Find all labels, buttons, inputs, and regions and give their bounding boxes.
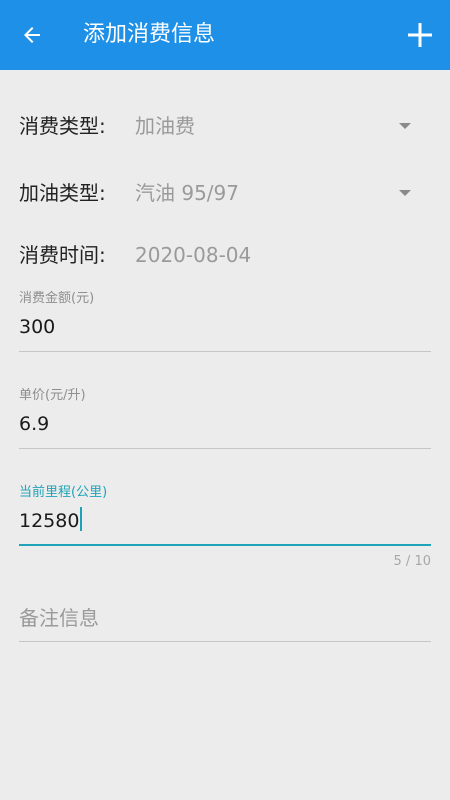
page-title: 添加消费信息	[83, 22, 216, 47]
remark-underline	[19, 641, 431, 642]
mileage-underline	[19, 544, 431, 546]
remark-input[interactable]: 备注信息	[19, 604, 99, 632]
mileage-input[interactable]: 12580	[19, 510, 79, 532]
expense-time-value[interactable]: 2020-08-04	[135, 241, 251, 269]
expense-type-select[interactable]: 加油费	[135, 112, 195, 140]
add-button[interactable]	[402, 17, 438, 53]
dropdown-arrow-icon[interactable]	[399, 190, 411, 196]
plus-icon	[408, 23, 432, 47]
fuel-type-label: 加油类型:	[19, 181, 106, 205]
amount-input[interactable]: 300	[19, 313, 55, 341]
unit-price-underline	[19, 448, 431, 449]
fuel-type-row[interactable]: 加油类型: 汽油 95/97	[19, 173, 431, 213]
dropdown-arrow-icon[interactable]	[399, 123, 411, 129]
amount-hint: 消费金额(元)	[19, 291, 95, 306]
unit-price-input[interactable]: 6.9	[19, 410, 49, 438]
expense-time-label: 消费时间:	[19, 243, 106, 267]
expense-type-label: 消费类型:	[19, 114, 106, 138]
back-button[interactable]	[14, 17, 50, 53]
remark-field[interactable]: 备注信息	[19, 600, 431, 644]
expense-type-row[interactable]: 消费类型: 加油费	[19, 106, 431, 146]
unit-price-hint: 单价(元/升)	[19, 388, 86, 403]
fuel-type-select[interactable]: 汽油 95/97	[135, 179, 239, 207]
arrow-left-icon	[24, 27, 40, 43]
text-cursor	[80, 507, 83, 531]
amount-underline	[19, 351, 431, 352]
character-counter: 5 / 10	[393, 554, 431, 569]
expense-time-row[interactable]: 消费时间: 2020-08-04	[19, 235, 431, 275]
mileage-hint: 当前里程(公里)	[19, 485, 108, 500]
app-screen: 添加消费信息 消费类型: 加油费 加油类型: 汽油 95/97 消费时间: 20…	[0, 0, 450, 800]
amount-field[interactable]: 消费金额(元) 300	[19, 290, 431, 352]
mileage-input-wrap[interactable]: 12580	[19, 507, 83, 535]
toolbar: 添加消费信息	[0, 0, 450, 70]
mileage-field[interactable]: 当前里程(公里) 12580 5 / 10	[19, 484, 431, 572]
unit-price-field[interactable]: 单价(元/升) 6.9	[19, 387, 431, 449]
